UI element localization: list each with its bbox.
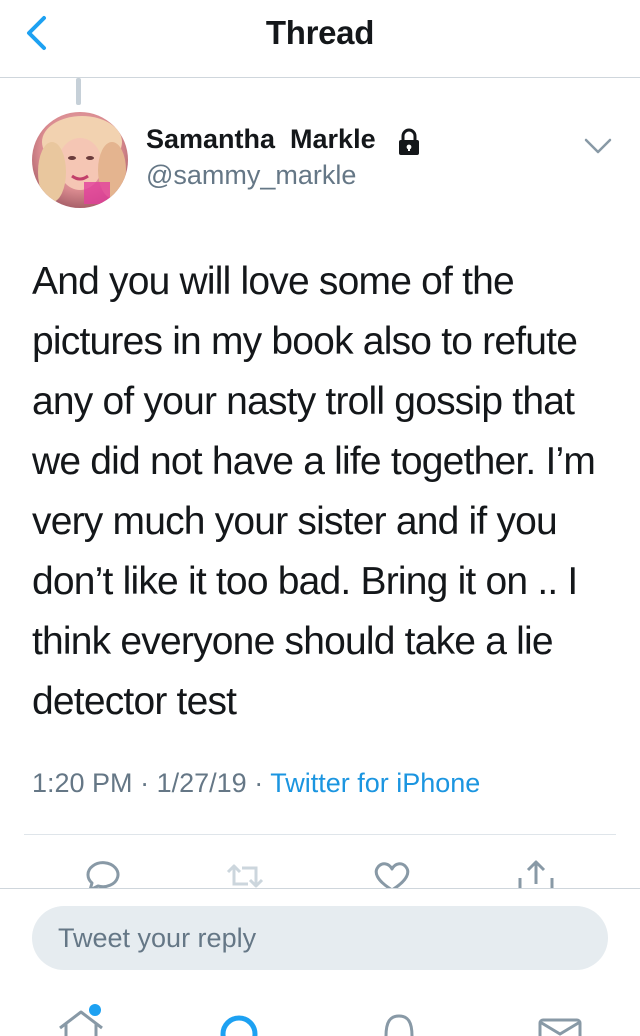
retweet-icon[interactable] — [222, 858, 266, 892]
search-icon[interactable] — [214, 1006, 264, 1036]
chevron-down-icon — [584, 138, 612, 154]
meta-separator: · — [140, 768, 150, 798]
mail-icon[interactable] — [536, 1006, 586, 1036]
thread-connector-line — [76, 78, 81, 105]
tweet-date: 1/27/19 — [156, 768, 247, 798]
tweet-metadata: 1:20 PM · 1/27/19 · Twitter for iPhone — [32, 768, 480, 799]
author-name[interactable]: Samantha Markle — [146, 124, 376, 155]
share-icon[interactable] — [514, 858, 558, 892]
tweet-time: 1:20 PM — [32, 768, 133, 798]
page-title: Thread — [265, 14, 375, 51]
tweet-text: And you will love some of the pictures i… — [32, 260, 596, 723]
tweet-options-button[interactable] — [580, 132, 616, 160]
author-handle[interactable]: @sammy_markle — [146, 160, 356, 191]
avatar[interactable] — [32, 112, 128, 208]
meta-separator: · — [254, 768, 264, 798]
heart-icon[interactable] — [370, 858, 414, 892]
notification-dot — [89, 1004, 101, 1016]
divider — [24, 834, 616, 835]
reply-input[interactable]: Tweet your reply — [32, 906, 608, 970]
nav-header: Thread — [0, 0, 640, 78]
comment-icon[interactable] — [82, 858, 126, 892]
bell-icon[interactable] — [374, 1006, 424, 1036]
lock-icon — [399, 128, 419, 155]
tweet-source-link[interactable]: Twitter for iPhone — [270, 768, 480, 798]
